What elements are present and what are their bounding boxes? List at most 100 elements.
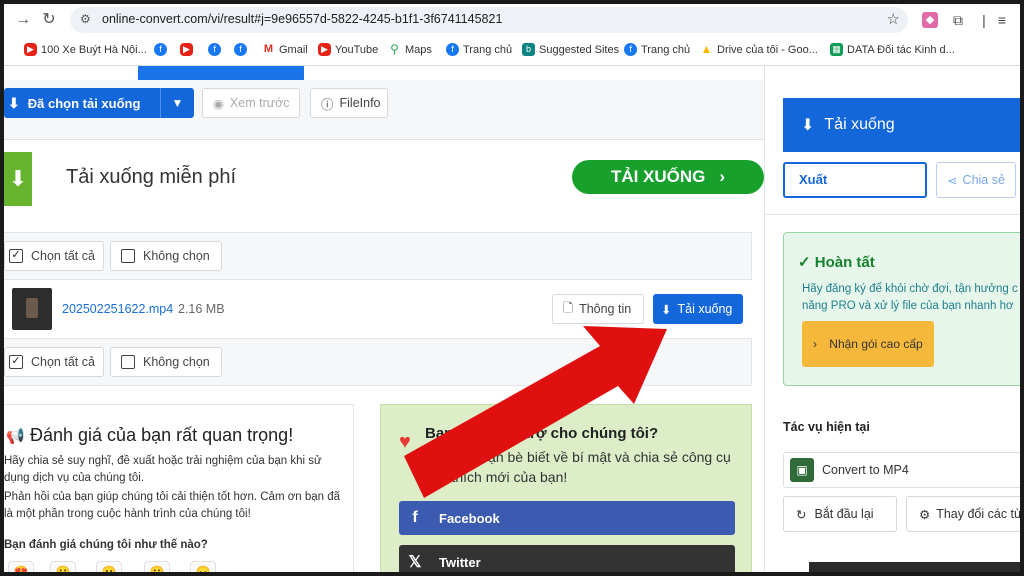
select-all-label: Chọn tất cả bbox=[31, 355, 95, 369]
bookmark-item[interactable]: f bbox=[208, 43, 221, 56]
site-settings-icon[interactable]: ⚙ bbox=[80, 12, 94, 26]
bookmark-item[interactable]: b Suggested Sites bbox=[522, 43, 619, 56]
checkbox-empty-icon bbox=[121, 249, 135, 263]
divider-icon: | bbox=[982, 12, 986, 28]
export-button[interactable]: Xuất bbox=[783, 162, 927, 198]
extension-icon[interactable]: ◆ bbox=[922, 12, 938, 28]
check-icon: ✓ bbox=[798, 254, 815, 271]
facebook-icon: f bbox=[446, 43, 459, 56]
select-none-button[interactable]: Không chọn bbox=[110, 347, 222, 377]
extensions-puzzle-icon[interactable]: ⧉ bbox=[948, 10, 968, 30]
bookmark-item[interactable]: ▶ YouTube bbox=[318, 43, 378, 56]
free-download-button[interactable]: TẢI XUỐNG › bbox=[572, 160, 764, 194]
sidebar-download-button[interactable]: ⬇ Tải xuống bbox=[783, 98, 1020, 152]
bookmark-label: Suggested Sites bbox=[539, 43, 620, 56]
completion-line: năng PRO và xử lý file của bạn nhanh hơ bbox=[802, 300, 1014, 312]
menu-icon[interactable]: ≡ bbox=[992, 10, 1012, 30]
task-label: Convert to MP4 bbox=[822, 463, 909, 477]
bookmark-item[interactable]: ⚲ Maps bbox=[388, 43, 432, 56]
bookmark-item[interactable]: ▦ DATA Đối tác Kinh d... bbox=[830, 43, 955, 56]
facebook-icon: f bbox=[208, 43, 221, 56]
browser-window: → ↻ ⚙ online-convert.com/vi/result#j=9e9… bbox=[4, 4, 1020, 572]
fileinfo-button[interactable]: ⓘ FileInfo bbox=[310, 88, 388, 118]
download-selected-button[interactable]: ⬇ Đã chọn tải xuống ▼ bbox=[4, 88, 194, 118]
change-settings-button[interactable]: ⚙ Thay đổi các tù bbox=[906, 496, 1020, 532]
bookmark-label: DATA Đối tác Kinh d... bbox=[847, 43, 955, 56]
file-info-button[interactable]: 🗋 Thông tin bbox=[552, 294, 644, 324]
preview-button[interactable]: ◉ Xem trước bbox=[202, 88, 300, 118]
free-download-title: Tải xuống miễn phí bbox=[66, 166, 237, 188]
facebook-icon: f bbox=[234, 43, 247, 56]
completion-card: ✓ Hoàn tất Hãy đăng ký để khỏi chờ đợi, … bbox=[783, 232, 1020, 386]
reload-icon[interactable]: ↻ bbox=[38, 9, 60, 31]
bookmark-item[interactable]: M Gmail bbox=[262, 43, 308, 56]
rating-paragraph: Phản hồi của bạn giúp chúng tôi cải thiệ… bbox=[4, 491, 341, 520]
chevron-down-icon[interactable]: ▼ bbox=[160, 88, 194, 118]
support-body: Hãy cho bạn bè biết về bí mật và chia sẻ… bbox=[425, 449, 731, 485]
drive-icon: ▲ bbox=[700, 42, 713, 56]
bookmark-star-icon[interactable]: ☆ bbox=[887, 10, 900, 28]
completion-title-text: Hoàn tất bbox=[814, 254, 875, 271]
emoji-happy-icon[interactable]: 🙂 bbox=[50, 561, 76, 572]
url-text: online-convert.com/vi/result#j=9e96557d-… bbox=[102, 12, 503, 26]
maps-icon: ⚲ bbox=[388, 43, 401, 56]
file-name-link[interactable]: 202502251622.mp4 bbox=[62, 302, 173, 316]
select-none-button[interactable]: Không chọn bbox=[110, 241, 222, 271]
share-icon: ⋖ bbox=[947, 173, 958, 188]
file-download-label: Tải xuống bbox=[677, 302, 733, 316]
bookmark-item[interactable]: ▶ bbox=[180, 43, 193, 56]
emoji-love-icon[interactable]: 😍 bbox=[8, 561, 34, 572]
youtube-icon: ▶ bbox=[180, 43, 193, 56]
emoji-neutral-icon[interactable]: 😐 bbox=[96, 561, 122, 572]
upgrade-label: Nhận gói cao cấp bbox=[829, 337, 923, 351]
gears-icon: ⚙ bbox=[919, 507, 931, 522]
select-all-button[interactable]: ✓ Chọn tất cả bbox=[4, 241, 104, 271]
fileinfo-label: FileInfo bbox=[339, 96, 381, 110]
heart-icon: ♥ bbox=[399, 431, 411, 453]
chevron-right-icon: › bbox=[719, 167, 726, 186]
rating-title: Đánh giá của bạn rất quan trọng! bbox=[30, 425, 294, 445]
emoji-angry-icon[interactable]: 😠 bbox=[190, 561, 216, 572]
facebook-icon: f bbox=[154, 43, 167, 56]
share-facebook-button[interactable]: f Facebook bbox=[399, 501, 735, 535]
select-none-label: Không chọn bbox=[143, 249, 210, 263]
bookmark-item[interactable]: ▶ 100 Xe Buýt Hà Nội... bbox=[24, 43, 147, 56]
current-task-title: Tác vụ hiện tại bbox=[783, 420, 870, 434]
support-card: ♥ Bạn muốn hỗ trợ cho chúng tôi? Hãy cho… bbox=[380, 404, 752, 572]
twitter-label: Twitter bbox=[439, 554, 481, 570]
current-task-item[interactable]: ▣ Convert to MP4 bbox=[783, 452, 1020, 488]
share-twitter-button[interactable]: 𝕏 Twitter bbox=[399, 545, 735, 572]
x-twitter-icon: 𝕏 bbox=[408, 554, 422, 571]
free-download-label: TẢI XUỐNG bbox=[610, 167, 706, 186]
info-icon: ⓘ bbox=[321, 97, 334, 112]
free-download-banner: ⬇ Tải xuống miễn phí TẢI XUỐNG › bbox=[4, 140, 764, 220]
page-content: ⬇ Đã chọn tải xuống ▼ ◉ Xem trước ⓘ File… bbox=[4, 66, 1020, 572]
change-label: Thay đổi các tù bbox=[936, 507, 1020, 521]
share-button[interactable]: ⋖ Chia sẻ bbox=[936, 162, 1016, 198]
checkbox-checked-icon: ✓ bbox=[9, 355, 23, 369]
select-all-button[interactable]: ✓ Chọn tất cả bbox=[4, 347, 104, 377]
download-icon: ⬇ bbox=[661, 302, 672, 317]
download-selected-label: Đã chọn tải xuống bbox=[27, 95, 141, 111]
file-download-button[interactable]: ⬇ Tải xuống bbox=[653, 294, 743, 324]
eye-icon: ◉ bbox=[213, 96, 224, 111]
url-bar[interactable]: ⚙ online-convert.com/vi/result#j=9e96557… bbox=[70, 7, 908, 33]
bookmark-item[interactable]: f bbox=[234, 43, 247, 56]
forward-icon[interactable]: → bbox=[12, 9, 34, 31]
preview-label: Xem trước bbox=[229, 96, 290, 110]
bookmark-label: Maps bbox=[405, 43, 432, 56]
bookmark-item[interactable]: ▲ Drive của tôi - Goo... bbox=[700, 43, 818, 56]
bookmark-item[interactable]: f Trang chủ bbox=[624, 43, 690, 56]
bookmark-item[interactable]: f Trang chủ bbox=[446, 43, 512, 56]
upgrade-button[interactable]: › Nhận gói cao cấp bbox=[802, 321, 934, 367]
rating-question: Bạn đánh giá chúng tôi như thế nào? bbox=[4, 539, 208, 551]
select-all-label: Chọn tất cả bbox=[31, 249, 95, 263]
gmail-icon: M bbox=[262, 43, 275, 56]
completion-body: Hãy đăng ký để khỏi chờ đợi, tận hưởng c… bbox=[802, 281, 1020, 315]
select-none-label: Không chọn bbox=[143, 355, 210, 369]
restart-icon: ↻ bbox=[796, 507, 807, 522]
megaphone-icon: 📢 bbox=[6, 428, 25, 445]
emoji-sad-icon[interactable]: 🙁 bbox=[144, 561, 170, 572]
bookmark-item[interactable]: f bbox=[154, 43, 167, 56]
restart-button[interactable]: ↻ Bắt đầu lại bbox=[783, 496, 897, 532]
